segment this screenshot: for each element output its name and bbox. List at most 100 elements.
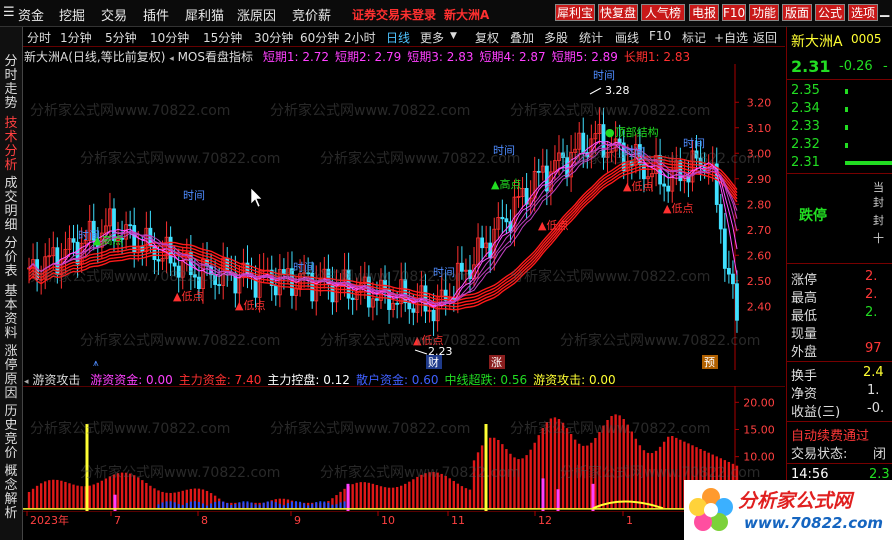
period-tab-2h[interactable]: 2小时 (344, 29, 376, 46)
multi-stock-button[interactable]: 多股 (544, 29, 568, 46)
period-tab-60min[interactable]: 60分钟 (300, 29, 339, 46)
more-dropdown-icon[interactable]: ▼ (450, 31, 457, 41)
date-tick-label: 11 (451, 514, 465, 527)
field-value-earnings: -0. (867, 401, 885, 416)
menu-item-funds[interactable]: 资金 (18, 5, 44, 24)
overlay-button[interactable]: 叠加 (510, 29, 534, 46)
auto-renew-notice[interactable]: 自动续费通过 (791, 425, 869, 444)
period-tab-5min[interactable]: 5分钟 (105, 29, 137, 46)
low-point-label: ▲低点 (538, 219, 568, 232)
dropdown-arrow-icon[interactable]: ◂ (169, 54, 174, 64)
tab-price-table[interactable]: 分价表 (2, 237, 20, 279)
quick-review-button[interactable]: 快复盘 (598, 4, 638, 21)
tab-limit-reason[interactable]: 涨停原因 (2, 345, 20, 401)
candle-body (561, 152, 565, 158)
menu-item-xilimao[interactable]: 犀利猫 (185, 5, 224, 24)
tab-trade-details[interactable]: 成交明细 (2, 177, 20, 233)
period-tab-30min[interactable]: 30分钟 (254, 29, 293, 46)
short-ma-line (28, 143, 738, 305)
top-structure-label: ●顶部结构 (605, 125, 659, 139)
menu-icon[interactable]: ☰ (3, 5, 15, 20)
time-label: 时间 (593, 69, 615, 82)
mark-button[interactable]: 标记 (682, 29, 706, 46)
tab-intraday[interactable]: 分时走势 (2, 55, 20, 111)
candle-body (411, 308, 416, 313)
period-tab-15min[interactable]: 15分钟 (203, 29, 242, 46)
high-price-label: 3.28 (605, 84, 630, 97)
layout-button[interactable]: 版面 (782, 4, 812, 21)
candle-body (281, 269, 286, 275)
menu-item-auction[interactable]: 竞价薪 (292, 5, 331, 24)
tab-technical-analysis[interactable]: 技术分析 (2, 117, 20, 173)
xilibao-button[interactable]: 犀利宝 (555, 4, 595, 21)
login-alert[interactable]: 证券交易未登录 (352, 6, 436, 23)
price-tick-label: 2.90 (747, 173, 772, 186)
menu-item-mining[interactable]: 挖掘 (59, 5, 85, 24)
date-tick-label: 9 (294, 514, 301, 527)
capital-indicator-chart[interactable]: 20.0015.0010.005.00 (23, 386, 785, 511)
field-label-earnings: 收益(三) (791, 405, 841, 420)
period-tab-daily[interactable]: 日线 (386, 29, 410, 46)
add-watchlist-button[interactable]: +自选 (714, 29, 748, 46)
candlestick-chart[interactable]: 3.203.103.002.902.802.702.602.502.40时间时间… (23, 64, 785, 370)
brand-name: 分析家公式网 (738, 490, 853, 512)
time-label: 时间 (433, 266, 455, 279)
telegraph-button[interactable]: 电报 (689, 4, 719, 21)
capital-param-3: 主力控盘: 0.12 (267, 373, 350, 387)
low-point-label: ▲低点 (623, 180, 653, 193)
candle-body (504, 218, 509, 223)
capital-param-5: 中线超跌: 0.56 (444, 373, 528, 387)
candle-body (176, 265, 181, 278)
short-ma-line (28, 140, 738, 307)
period-tab-10min[interactable]: 10分钟 (150, 29, 189, 46)
low-point-label: ▲低点 (235, 299, 265, 312)
popularity-button[interactable]: 人气榜 (641, 4, 685, 21)
field-label-outer-disk: 外盘 (791, 345, 818, 360)
candle-body (431, 309, 436, 322)
quote-change-pct: - (883, 59, 888, 74)
low-marker-line (414, 349, 428, 355)
sub-tick-label: 10.00 (743, 451, 775, 464)
time-label: 时间 (293, 261, 315, 274)
bid-volume-bar (845, 107, 848, 112)
period-toolbar: 分时 1分钟 5分钟 10分钟 15分钟 30分钟 60分钟 2小时 日线 更多… (23, 27, 785, 47)
candle-body (350, 297, 355, 300)
period-tab-1min[interactable]: 1分钟 (60, 29, 92, 46)
indicator-name[interactable]: MOS看盘指标 (178, 50, 253, 64)
price-tick-label: 2.40 (747, 300, 772, 313)
brand-url: www.70822.com (744, 514, 884, 532)
date-tick-label: 10 (381, 514, 395, 527)
draw-line-button[interactable]: 画线 (615, 29, 639, 46)
menu-item-limit-reason[interactable]: 涨原因 (237, 5, 276, 24)
formula-button[interactable]: 公式 (815, 4, 845, 21)
sub-tick-label: 15.00 (743, 423, 775, 436)
minimize-icon[interactable]: ▁ (880, 3, 889, 17)
candle-body (156, 259, 161, 262)
tab-basic-info[interactable]: 基本资料 (2, 285, 20, 341)
menu-item-trade[interactable]: 交易 (101, 5, 127, 24)
sub-tick-label: 20.00 (743, 396, 775, 409)
function-button[interactable]: 功能 (749, 4, 779, 21)
sub-indicator-name[interactable]: 游资攻击 (32, 373, 80, 387)
restore-rights-button[interactable]: 复权 (475, 29, 499, 46)
short-ma-line (28, 144, 738, 305)
tab-history-auction[interactable]: 历史竞价 (2, 405, 20, 461)
candle-body (407, 302, 412, 310)
statistics-button[interactable]: 统计 (579, 29, 603, 46)
mos-param-3: 短期3: 2.83 (407, 50, 474, 64)
period-tab-more[interactable]: 更多 (420, 29, 444, 46)
menu-item-plugins[interactable]: 插件 (143, 5, 169, 24)
quote-stock-code: 0005 (851, 32, 882, 46)
options-button[interactable]: 选项 (848, 4, 878, 21)
marker-yu: 预 (704, 356, 715, 369)
period-tab-intraday[interactable]: 分时 (27, 29, 51, 46)
flower-logo-icon (689, 488, 733, 531)
chart-title: 新大洲A(日线,等比前复权) (24, 50, 166, 64)
f10-button[interactable]: F10 (649, 29, 671, 43)
price-tick-label: 3.20 (747, 96, 772, 109)
price-tick-label: 2.80 (747, 198, 772, 211)
f10-top-button[interactable]: F10 (722, 4, 746, 21)
capital-param-6: 游资攻击: 0.00 (533, 373, 616, 387)
tab-concept-analysis[interactable]: 概念解析 (2, 465, 20, 521)
back-button[interactable]: 返回 (753, 29, 777, 46)
